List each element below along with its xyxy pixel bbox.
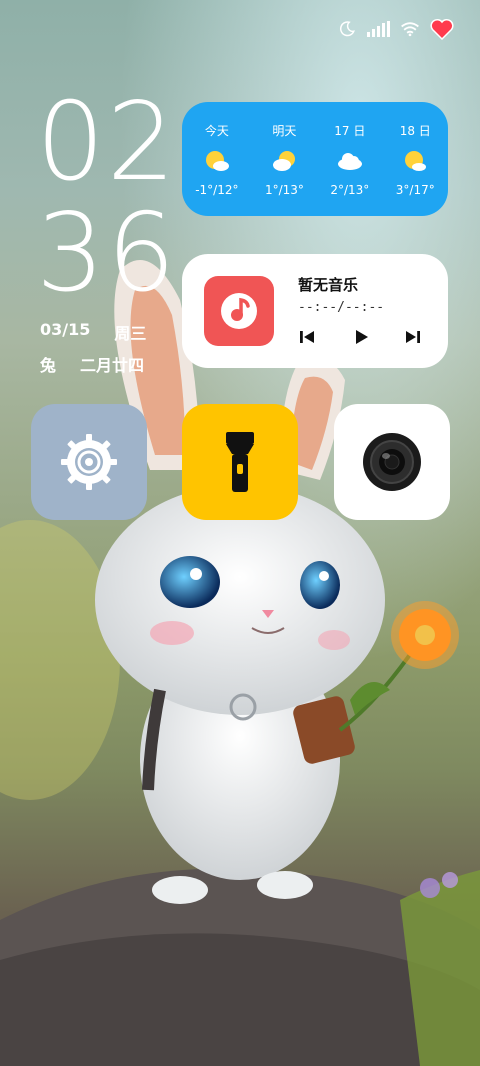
partly-sunny-icon	[205, 150, 229, 171]
weekday-text: 周三	[114, 324, 147, 343]
flashlight-icon	[226, 432, 254, 492]
weather-day-label: 18 日	[399, 123, 431, 138]
lunar-date-text: 二月廿四	[80, 356, 145, 375]
music-widget[interactable]: 暂无音乐 --:--/--:--	[182, 254, 448, 368]
date-text: 03/15	[40, 320, 91, 339]
clock-minutes: 36	[36, 190, 178, 316]
play-icon[interactable]	[352, 328, 370, 346]
next-icon[interactable]	[404, 328, 422, 346]
clock-hours: 02	[36, 80, 178, 205]
cloud-icon	[337, 152, 362, 170]
lunar-line: 兔 二月廿四	[40, 352, 144, 376]
weather-day-label: 今天	[204, 123, 229, 138]
camera-shortcut[interactable]	[334, 404, 450, 520]
weather-temp: 1°/13°	[264, 182, 304, 197]
weather-day: 明天 1°/13°	[265, 122, 304, 197]
weather-day-label: 明天	[272, 123, 297, 138]
weather-temp: -1°/12°	[195, 182, 239, 197]
music-note-icon	[221, 293, 257, 329]
signal-icon	[367, 21, 390, 37]
weather-day: 今天 -1°/12°	[195, 122, 238, 197]
music-title: 暂无音乐	[298, 276, 359, 294]
music-app-icon[interactable]	[204, 276, 274, 346]
weather-temp: 2°/13°	[330, 182, 370, 197]
weather-widget[interactable]: 今天 -1°/12° 明天 1°/13° 17 日 2°/13° 18 日 3°…	[182, 102, 448, 216]
moon-icon	[339, 21, 355, 37]
weather-temp: 3°/17°	[395, 182, 435, 197]
settings-shortcut[interactable]	[31, 404, 147, 520]
status-bar	[338, 18, 454, 40]
music-time: --:--/--:--	[298, 300, 385, 315]
weather-day-label: 17 日	[334, 123, 366, 138]
date-line: 03/15 周三	[40, 320, 146, 344]
wifi-icon	[401, 22, 419, 37]
zodiac-text: 兔	[40, 356, 57, 375]
gear-icon	[61, 434, 117, 490]
flashlight-shortcut[interactable]	[182, 404, 298, 520]
clock[interactable]: 02 36	[36, 80, 178, 316]
previous-icon[interactable]	[298, 328, 316, 346]
weather-day: 17 日 2°/13°	[330, 122, 369, 197]
heart-icon	[430, 18, 454, 40]
partly-sunny-icon	[273, 150, 296, 171]
weather-day: 18 日 3°/17°	[396, 122, 435, 197]
partly-sunny-icon	[405, 150, 427, 171]
camera-lens-icon	[363, 433, 421, 491]
